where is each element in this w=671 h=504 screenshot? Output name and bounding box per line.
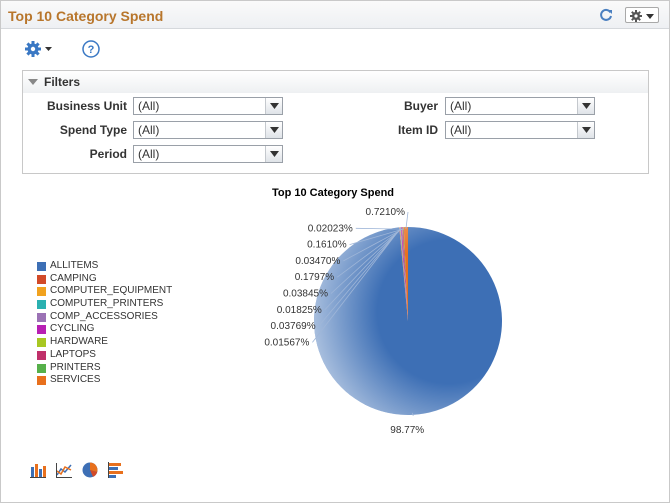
buyer-label: Buyer [403,99,438,113]
period-label: Period [89,147,127,161]
legend-label: LAPTOPS [50,348,96,360]
chevron-down-icon[interactable] [265,122,282,138]
data-label: 0.01567% [264,337,309,348]
legend-swatch [37,312,46,322]
buyer-select[interactable]: (All) [445,97,595,115]
pagelet-header: Top 10 Category Spend [1,1,669,29]
data-label: 0.03845% [283,289,328,300]
chevron-down-icon[interactable] [265,146,282,162]
chevron-down-icon[interactable] [577,122,594,138]
legend-swatch [37,262,46,271]
legend-label: SERVICES [50,374,101,386]
pie-chart-icon[interactable] [81,461,99,479]
chart-legend: ALLITEMS CAMPING COMPUTER_EQUIPMENT COMPUTE… [37,260,172,387]
data-label: 0.1797% [295,272,335,283]
data-label: 0.7210% [366,207,406,218]
label-leader-line [405,211,409,230]
legend-swatch [37,338,46,348]
legend-swatch [37,325,46,335]
bar-chart-icon[interactable] [29,461,47,479]
legend-swatch [37,300,46,310]
data-label: 0.1610% [307,240,347,251]
legend-label: COMP_ACCESSORIES [50,310,158,322]
horizontal-bar-chart-icon[interactable] [107,461,125,479]
item-id-label: Item ID [397,123,438,137]
legend-label: CAMPING [50,272,97,284]
data-label: 0.03769% [271,321,316,332]
refresh-icon[interactable] [598,7,614,23]
pagelet: Top 10 Category Spend ? Filters Business… [0,0,670,503]
legend-swatch [37,363,46,373]
chart-title: Top 10 Category Spend [271,187,395,199]
gear-icon [630,10,642,22]
period-select[interactable]: (All) [133,145,283,163]
data-label: 0.02023% [308,223,353,234]
period-value: (All) [138,147,160,161]
legend-item: SERVICES [37,374,172,387]
svg-text:?: ? [88,44,95,56]
line-chart-icon[interactable] [55,461,73,479]
item-id-value: (All) [450,123,472,137]
legend-swatch [37,287,46,297]
legend-item: PRINTERS [37,362,172,375]
gear-icon [25,41,41,57]
legend-swatch [37,376,46,386]
spend-type-select[interactable]: (All) [133,121,283,139]
legend-item: COMPUTER_PRINTERS [37,298,172,311]
chevron-down-icon [45,47,52,51]
filters-panel: Filters Business Unit (All) Spend Type (… [22,70,649,174]
legend-label: COMPUTER_PRINTERS [50,298,164,310]
legend-label: ALLITEMS [50,260,99,271]
data-label: 0.03470% [295,256,340,267]
legend-swatch [37,274,46,284]
collapse-arrow-icon[interactable] [28,77,38,87]
actions-menu-button[interactable] [23,39,55,59]
data-label: 0.01825% [277,305,322,316]
business-unit-label: Business Unit [46,99,127,113]
legend-item: CYCLING [37,323,172,336]
pie-chart: 0.7210% 0.02023% 0.1610% 0.03470% 0.1797% 0.0… [264,207,502,436]
business-unit-select[interactable]: (All) [133,97,283,115]
chevron-down-icon[interactable] [577,98,594,114]
legend-item: COMPUTER_EQUIPMENT [37,285,172,298]
legend-item: ALLITEMS [37,260,172,273]
legend-item: LAPTOPS [37,349,172,362]
pagelet-title: Top 10 Category Spend [8,8,164,24]
filters-header[interactable]: Filters [23,71,648,93]
filters-label: Filters [44,75,81,89]
data-label: 98.77% [390,425,424,436]
business-unit-value: (All) [138,99,160,113]
buyer-value: (All) [450,99,472,113]
legend-item: CAMPING [37,273,172,286]
chevron-down-icon[interactable] [265,98,282,114]
legend-swatch [37,350,46,360]
legend-item: COMP_ACCESSORIES [37,311,172,324]
legend-item: HARDWARE [37,336,172,349]
legend-label: PRINTERS [50,361,101,373]
pagelet-options-button[interactable] [625,7,659,23]
legend-label: COMPUTER_EQUIPMENT [50,285,173,297]
chevron-down-icon [646,14,654,19]
spend-type-value: (All) [138,123,160,137]
spend-type-label: Spend Type [59,123,127,137]
legend-label: HARDWARE [50,336,108,348]
legend-label: CYCLING [50,323,95,335]
item-id-select[interactable]: (All) [445,121,595,139]
help-icon[interactable]: ? [81,39,101,59]
